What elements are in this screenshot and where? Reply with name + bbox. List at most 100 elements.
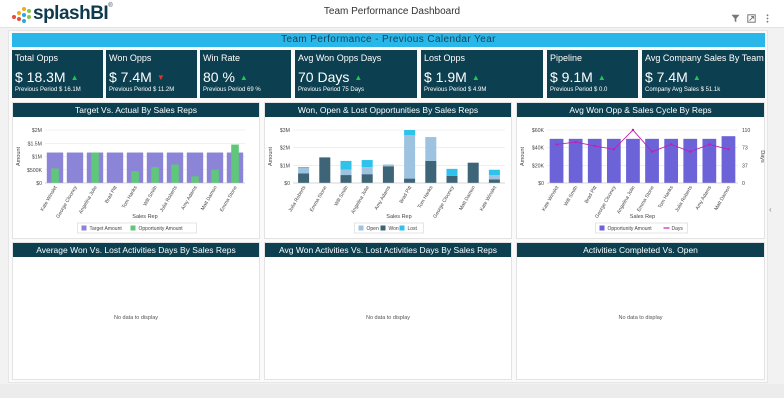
legend-label: Open	[367, 226, 379, 232]
x-tick-label: Matt Damon	[713, 185, 732, 212]
x-tick-label: George Clooney	[594, 185, 618, 220]
status-strip	[0, 384, 784, 398]
open-bar	[382, 164, 394, 167]
trend-down-icon: ▼	[156, 72, 165, 82]
won-bar	[298, 173, 310, 183]
y-tick-label: $60K	[532, 128, 545, 134]
open-bar	[425, 137, 437, 161]
y-tick-label: $1.5M	[28, 141, 42, 147]
kpi-previous: Previous Period $ 0.0	[550, 87, 608, 93]
header-toolbar	[730, 13, 772, 23]
kpi-value: $ 1.9M ▲	[424, 69, 480, 85]
panel-title: Avg Won Activities Vs. Lost Activities D…	[265, 243, 511, 257]
days-point	[708, 143, 711, 146]
amount-bar	[626, 138, 640, 183]
splashbi-logo[interactable]: splashBI®	[10, 3, 113, 25]
legend-label: Lost	[408, 226, 418, 232]
days-point	[727, 148, 730, 151]
open-bar	[340, 169, 352, 176]
panel-activities-completed: Activities Completed Vs. Open No data to…	[516, 242, 765, 380]
legend-swatch	[380, 225, 386, 231]
y-tick-label: $0	[284, 181, 290, 187]
actual-bar	[91, 152, 99, 183]
kpi-card-total-opps[interactable]: Total Opps $ 18.3M ▲ Previous Period $ 16…	[12, 50, 103, 98]
kpi-card-won-opps[interactable]: Won Opps $ 7.4M ▼ Previous Period $ 11.2M	[106, 50, 197, 98]
y2-axis-title: Days	[759, 150, 765, 163]
amount-bar	[645, 138, 659, 183]
y-axis-title: Amount	[268, 147, 274, 166]
trend-up-icon: ▲	[597, 72, 606, 82]
kpi-title: Won Opps	[109, 53, 152, 63]
collapse-arrow-icon[interactable]: ‹	[769, 205, 772, 214]
x-tick-label: Will Smith	[142, 185, 158, 207]
kpi-previous: Previous Period $ 16.1M	[15, 87, 81, 93]
x-tick-label: Angelina Jolie	[616, 185, 637, 215]
amount-bar	[721, 136, 736, 183]
x-tick-label: Emma Stone	[309, 185, 329, 213]
more-icon[interactable]	[762, 13, 772, 23]
legend-swatch	[81, 225, 87, 231]
y-tick-label: $2M	[32, 128, 42, 134]
x-tick-label: George Clooney	[55, 185, 79, 220]
expand-icon[interactable]	[746, 13, 756, 23]
x-tick-label: Tom Hanks	[657, 185, 675, 210]
lost-bar	[361, 160, 373, 168]
y-tick-label: $1M	[280, 163, 290, 169]
actual-bar	[131, 171, 139, 183]
panel-title: Activities Completed Vs. Open	[517, 243, 764, 257]
won-bar	[319, 157, 331, 183]
panel-title: Avg Won Opp & Sales Cycle By Reps	[517, 103, 764, 117]
won-open-lost-chart[interactable]: $0 $1M $2M $3M Amount Julia Roberts Emma Stone…	[265, 117, 513, 239]
kpi-previous: Company Avg Sales $ 51.1k	[645, 87, 721, 93]
legend-label: Won	[389, 226, 399, 232]
lost-bar	[446, 168, 458, 176]
won-bar	[467, 162, 479, 183]
kpi-title: Avg Won Opps Days	[298, 53, 382, 63]
kpi-card-pipeline[interactable]: Pipeline $ 9.1M ▲ Previous Period $ 0.0	[547, 50, 638, 98]
actual-bar	[191, 176, 199, 183]
kpi-card-win-rate[interactable]: Win Rate 80 % ▲ Previous Period 69 %	[200, 50, 291, 98]
days-point	[689, 150, 692, 153]
target-vs-actual-chart[interactable]: $0 $500K $1M $1.5M $2M Amount Kate WinsletGeor…	[13, 117, 261, 239]
kpi-card-avg-won-days[interactable]: Avg Won Opps Days 70 Days ▲ Previous Peri…	[295, 50, 417, 98]
amount-bar	[683, 138, 698, 183]
panel-won-open-lost: Won, Open & Lost Opportunities By Sales …	[264, 102, 512, 239]
no-data-message: No data to display	[113, 315, 159, 321]
won-bar	[340, 175, 352, 183]
amount-bar	[568, 138, 583, 183]
x-tick-label: Brad Pitt	[104, 184, 119, 204]
avg-won-cycle-chart[interactable]: $0 $20K $40K $60K Amount 0 37 73 110 Days Kate Win…	[517, 117, 766, 239]
dashboard-banner: Team Performance - Previous Calendar Yea…	[12, 33, 765, 47]
y-tick-label: $3M	[280, 128, 290, 134]
kpi-title: Lost Opps	[424, 53, 466, 63]
x-tick-label: Angelina Jolie	[350, 185, 371, 215]
days-point	[631, 128, 635, 132]
open-bar	[298, 167, 310, 174]
panel-avg-won-cycle: Avg Won Opp & Sales Cycle By Reps $0 $20K…	[516, 102, 765, 239]
x-tick-label: Matt Damon	[458, 185, 477, 212]
kpi-card-avg-company-sales[interactable]: Avg Company Sales By Team $ 7.4M ▲ Compan…	[642, 50, 765, 98]
kpi-row: Total Opps $ 18.3M ▲ Previous Period $ 16…	[12, 50, 765, 98]
actual-bar	[211, 169, 219, 183]
target-bar	[66, 152, 84, 183]
legend-swatch	[599, 225, 605, 231]
open-bar	[404, 135, 416, 179]
x-tick-label: Amy Adams	[695, 185, 714, 212]
actual-bar	[171, 164, 179, 183]
x-axis-title: Sales Rep	[386, 214, 411, 220]
x-tick-label: Will Smith	[563, 185, 579, 207]
y2-tick-label: 73	[742, 146, 748, 152]
legend-label: Target Amount	[90, 226, 123, 232]
kpi-card-lost-opps[interactable]: Lost Opps $ 1.9M ▲ Previous Period $ 4.9M	[421, 50, 543, 98]
x-tick-label: Julia Roberts	[159, 185, 179, 214]
x-tick-label: Tom Hanks	[121, 185, 139, 210]
filter-icon[interactable]	[730, 13, 740, 23]
won-bar	[382, 166, 394, 183]
panel-title: Won, Open & Lost Opportunities By Sales …	[265, 103, 511, 117]
kpi-value: $ 7.4M ▲	[645, 69, 701, 85]
legend-swatch	[130, 225, 136, 231]
won-bar	[361, 174, 373, 183]
legend-label: Opportunity Amount	[608, 226, 653, 232]
days-point	[612, 148, 616, 151]
won-bar	[446, 175, 458, 183]
